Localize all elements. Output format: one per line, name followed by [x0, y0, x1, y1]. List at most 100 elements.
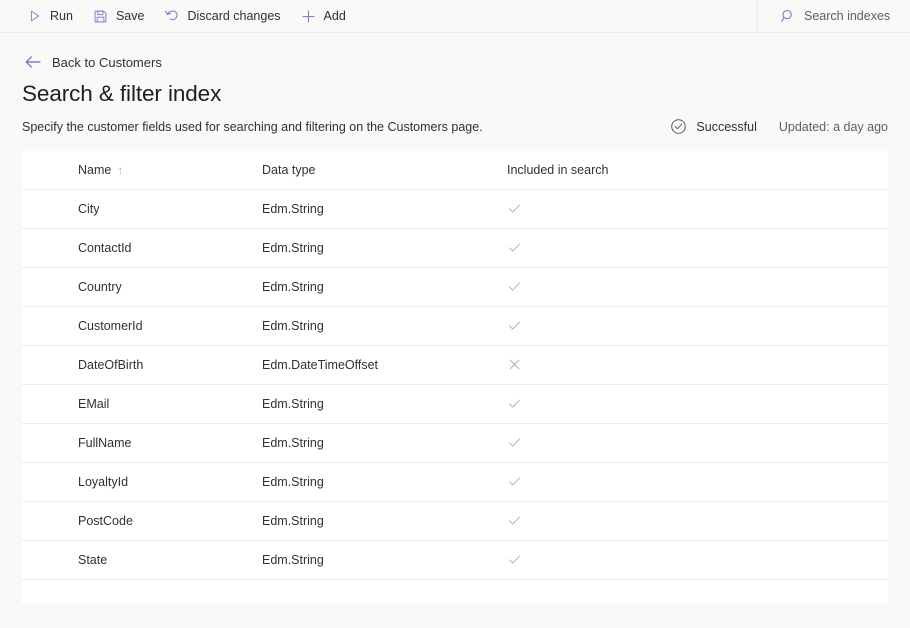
field-name-label: PostCode: [22, 514, 133, 528]
run-button-label: Run: [50, 8, 73, 25]
column-header-name[interactable]: Name ↑: [22, 151, 262, 189]
field-name-label: FullName: [22, 436, 132, 450]
save-icon: [92, 8, 109, 25]
field-name-label: DateOfBirth: [22, 358, 143, 372]
discard-changes-button-label: Discard changes: [187, 8, 280, 25]
data-type-label: Edm.String: [262, 475, 324, 489]
discard-changes-button[interactable]: Discard changes: [155, 0, 288, 32]
add-button[interactable]: Add: [292, 0, 354, 32]
column-header-data-type-label: Data type: [262, 163, 507, 177]
fields-table: Name ↑ Data type Included in search City E…: [22, 151, 888, 580]
cell-field-name: FullName: [22, 423, 262, 462]
data-type-label: Edm.String: [262, 319, 324, 333]
field-name-label: City: [22, 202, 100, 216]
status-badge: Successful: [696, 120, 756, 134]
cell-data-type: Edm.DateTimeOffset: [262, 345, 507, 384]
sort-ascending-icon: ↑: [117, 163, 123, 177]
cell-included-in-search[interactable]: [507, 345, 888, 384]
command-bar: Run Save Discard changes: [0, 0, 910, 33]
checkmark-icon: [507, 474, 522, 489]
search-input[interactable]: [804, 9, 910, 23]
table-row[interactable]: Country Edm.String: [22, 267, 888, 306]
index-status: Successful Updated: a day ago: [670, 118, 888, 136]
back-to-customers-link[interactable]: Back to Customers: [22, 51, 166, 73]
cell-included-in-search[interactable]: [507, 423, 888, 462]
cell-included-in-search[interactable]: [507, 189, 888, 228]
table-row[interactable]: ContactId Edm.String: [22, 228, 888, 267]
checkmark-icon: [507, 279, 522, 294]
field-name-label: LoyaltyId: [22, 475, 128, 489]
cell-field-name: DateOfBirth: [22, 345, 262, 384]
play-icon: [26, 8, 43, 25]
search-indexes-box[interactable]: [757, 0, 910, 32]
cell-included-in-search[interactable]: [507, 462, 888, 501]
circle-check-icon: [670, 118, 687, 135]
table-row[interactable]: PostCode Edm.String: [22, 501, 888, 540]
back-link-label: Back to Customers: [52, 55, 162, 70]
data-type-label: Edm.String: [262, 241, 324, 255]
page-title: Search & filter index: [22, 79, 888, 109]
updated-timestamp: Updated: a day ago: [779, 120, 888, 134]
field-name-label: Country: [22, 280, 122, 294]
data-type-label: Edm.String: [262, 514, 324, 528]
cross-icon: [507, 357, 522, 372]
cell-field-name: ContactId: [22, 228, 262, 267]
checkmark-icon: [507, 240, 522, 255]
cell-field-name: Country: [22, 267, 262, 306]
cell-included-in-search[interactable]: [507, 384, 888, 423]
checkmark-icon: [507, 396, 522, 411]
data-type-label: Edm.DateTimeOffset: [262, 358, 378, 372]
data-type-label: Edm.String: [262, 397, 324, 411]
field-name-label: EMail: [22, 397, 109, 411]
table-row[interactable]: City Edm.String: [22, 189, 888, 228]
arrow-left-icon: [24, 53, 42, 71]
cell-data-type: Edm.String: [262, 384, 507, 423]
cell-field-name: EMail: [22, 384, 262, 423]
save-button-label: Save: [116, 8, 145, 25]
command-bar-actions: Run Save Discard changes: [0, 0, 757, 32]
table-body: CityEdm.StringContactIdEdm.StringCountry…: [22, 189, 888, 579]
table-row[interactable]: EMail Edm.String: [22, 384, 888, 423]
data-type-label: Edm.String: [262, 202, 324, 216]
column-header-included-label: Included in search: [507, 163, 888, 177]
checkmark-icon: [507, 552, 522, 567]
fields-table-container: Name ↑ Data type Included in search City E…: [22, 151, 888, 604]
cell-data-type: Edm.String: [262, 306, 507, 345]
cell-included-in-search[interactable]: [507, 267, 888, 306]
cell-included-in-search[interactable]: [507, 306, 888, 345]
cell-field-name: City: [22, 189, 262, 228]
back-navigation: Back to Customers: [0, 33, 910, 79]
save-button[interactable]: Save: [84, 0, 153, 32]
column-header-included-in-search[interactable]: Included in search: [507, 151, 888, 189]
field-name-label: CustomerId: [22, 319, 143, 333]
checkmark-icon: [507, 435, 522, 450]
table-row[interactable]: StateEdm.String: [22, 540, 888, 579]
table-header: Name ↑ Data type Included in search: [22, 151, 888, 189]
page-subheader: Specify the customer fields used for sea…: [22, 118, 888, 136]
cell-field-name: LoyaltyId: [22, 462, 262, 501]
table-row[interactable]: FullName Edm.String: [22, 423, 888, 462]
table-row[interactable]: CustomerId Edm.String: [22, 306, 888, 345]
column-header-data-type[interactable]: Data type: [262, 151, 507, 189]
data-type-label: Edm.String: [262, 436, 324, 450]
table-header-row: Name ↑ Data type Included in search: [22, 151, 888, 189]
data-type-label: Edm.String: [262, 280, 324, 294]
table-row[interactable]: LoyaltyId Edm.String: [22, 462, 888, 501]
cell-included-in-search[interactable]: [507, 540, 888, 579]
run-button[interactable]: Run: [18, 0, 81, 32]
cell-data-type: Edm.String: [262, 189, 507, 228]
cell-data-type: Edm.String: [262, 540, 507, 579]
checkmark-icon: [507, 201, 522, 216]
checkmark-icon: [507, 318, 522, 333]
cell-field-name: PostCode: [22, 501, 262, 540]
add-button-label: Add: [324, 8, 346, 25]
table-row[interactable]: DateOfBirth Edm.DateTimeOffset: [22, 345, 888, 384]
page-header: Search & filter index Specify the custom…: [0, 79, 910, 136]
cell-included-in-search[interactable]: [507, 501, 888, 540]
field-name-label: ContactId: [22, 241, 132, 255]
cell-included-in-search[interactable]: [507, 228, 888, 267]
cell-data-type: Edm.String: [262, 501, 507, 540]
column-header-name-label: Name: [78, 163, 111, 177]
cell-data-type: Edm.String: [262, 228, 507, 267]
cell-field-name: State: [22, 540, 262, 579]
